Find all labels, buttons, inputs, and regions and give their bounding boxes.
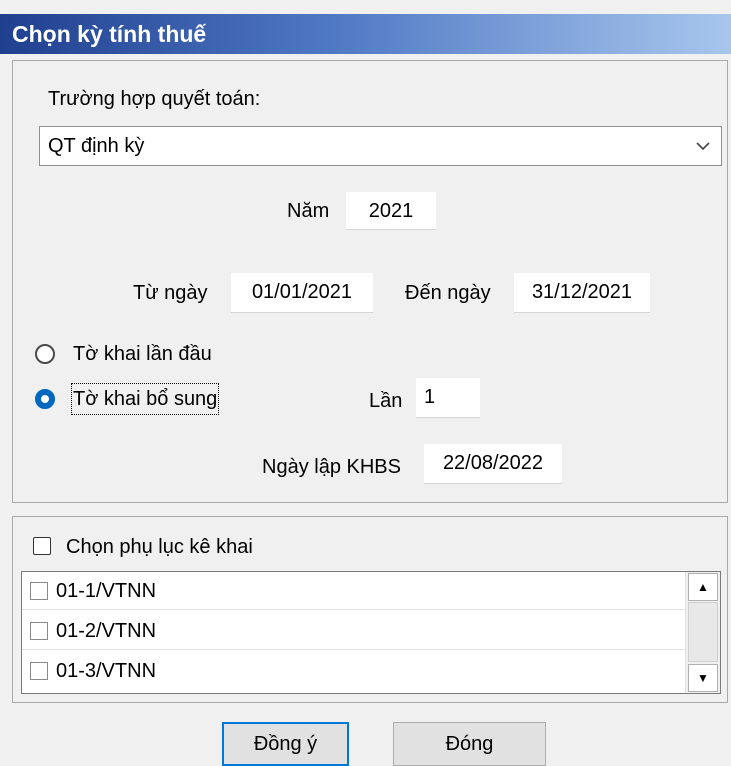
appendix-label[interactable]: Chọn phụ lục kê khai — [66, 532, 253, 562]
appendix-list[interactable]: 01-1/VTNN 01-2/VTNN 01-3/VTNN ▲ ▼ — [21, 571, 721, 694]
year-input[interactable]: 2021 — [346, 192, 436, 230]
appendix-item-checkbox[interactable] — [30, 582, 48, 600]
khbs-date-label: Ngày lập KHBS — [262, 456, 401, 478]
from-date-input[interactable]: 01/01/2021 — [231, 273, 373, 313]
dialog-title: Chọn kỳ tính thuế — [0, 14, 731, 54]
times-label: Lần — [369, 390, 403, 412]
times-input[interactable]: 1 — [416, 378, 480, 418]
chevron-down-icon[interactable] — [693, 127, 713, 165]
appendix-item-label: 01-1/VTNN — [56, 580, 157, 602]
settlement-label: Trường hợp quyết toán: — [48, 88, 261, 110]
appendix-checkbox[interactable] — [33, 537, 51, 555]
appendix-item-label: 01-3/VTNN — [56, 660, 157, 682]
first-declaration-label[interactable]: Tờ khai lần đầu — [73, 339, 212, 369]
supplement-declaration-label[interactable]: Tờ khai bổ sung — [70, 383, 220, 415]
scroll-up-icon[interactable]: ▲ — [688, 573, 718, 601]
scroll-down-icon[interactable]: ▼ — [688, 664, 718, 692]
list-item[interactable]: 01-2/VTNN — [22, 612, 687, 650]
appendix-item-checkbox[interactable] — [30, 622, 48, 640]
ok-button[interactable]: Đồng ý — [222, 722, 349, 766]
supplement-declaration-radio[interactable] — [35, 389, 55, 409]
from-date-label: Từ ngày — [133, 282, 208, 304]
to-date-label: Đến ngày — [405, 282, 491, 304]
to-date-input[interactable]: 31/12/2021 — [514, 273, 650, 313]
appendix-item-label: 01-2/VTNN — [56, 620, 157, 642]
settlement-selected-value: QT định kỳ — [48, 135, 145, 157]
list-scrollbar[interactable]: ▲ ▼ — [685, 572, 720, 693]
close-button[interactable]: Đóng — [393, 722, 546, 766]
list-item[interactable]: 01-3/VTNN — [22, 652, 687, 690]
settlement-select[interactable]: QT định kỳ — [39, 126, 722, 166]
appendix-item-checkbox[interactable] — [30, 662, 48, 680]
khbs-date-input[interactable]: 22/08/2022 — [424, 444, 562, 484]
list-item[interactable]: 01-1/VTNN — [22, 572, 687, 610]
first-declaration-radio[interactable] — [35, 344, 55, 364]
year-label: Năm — [287, 200, 330, 222]
scroll-thumb[interactable] — [688, 602, 718, 662]
